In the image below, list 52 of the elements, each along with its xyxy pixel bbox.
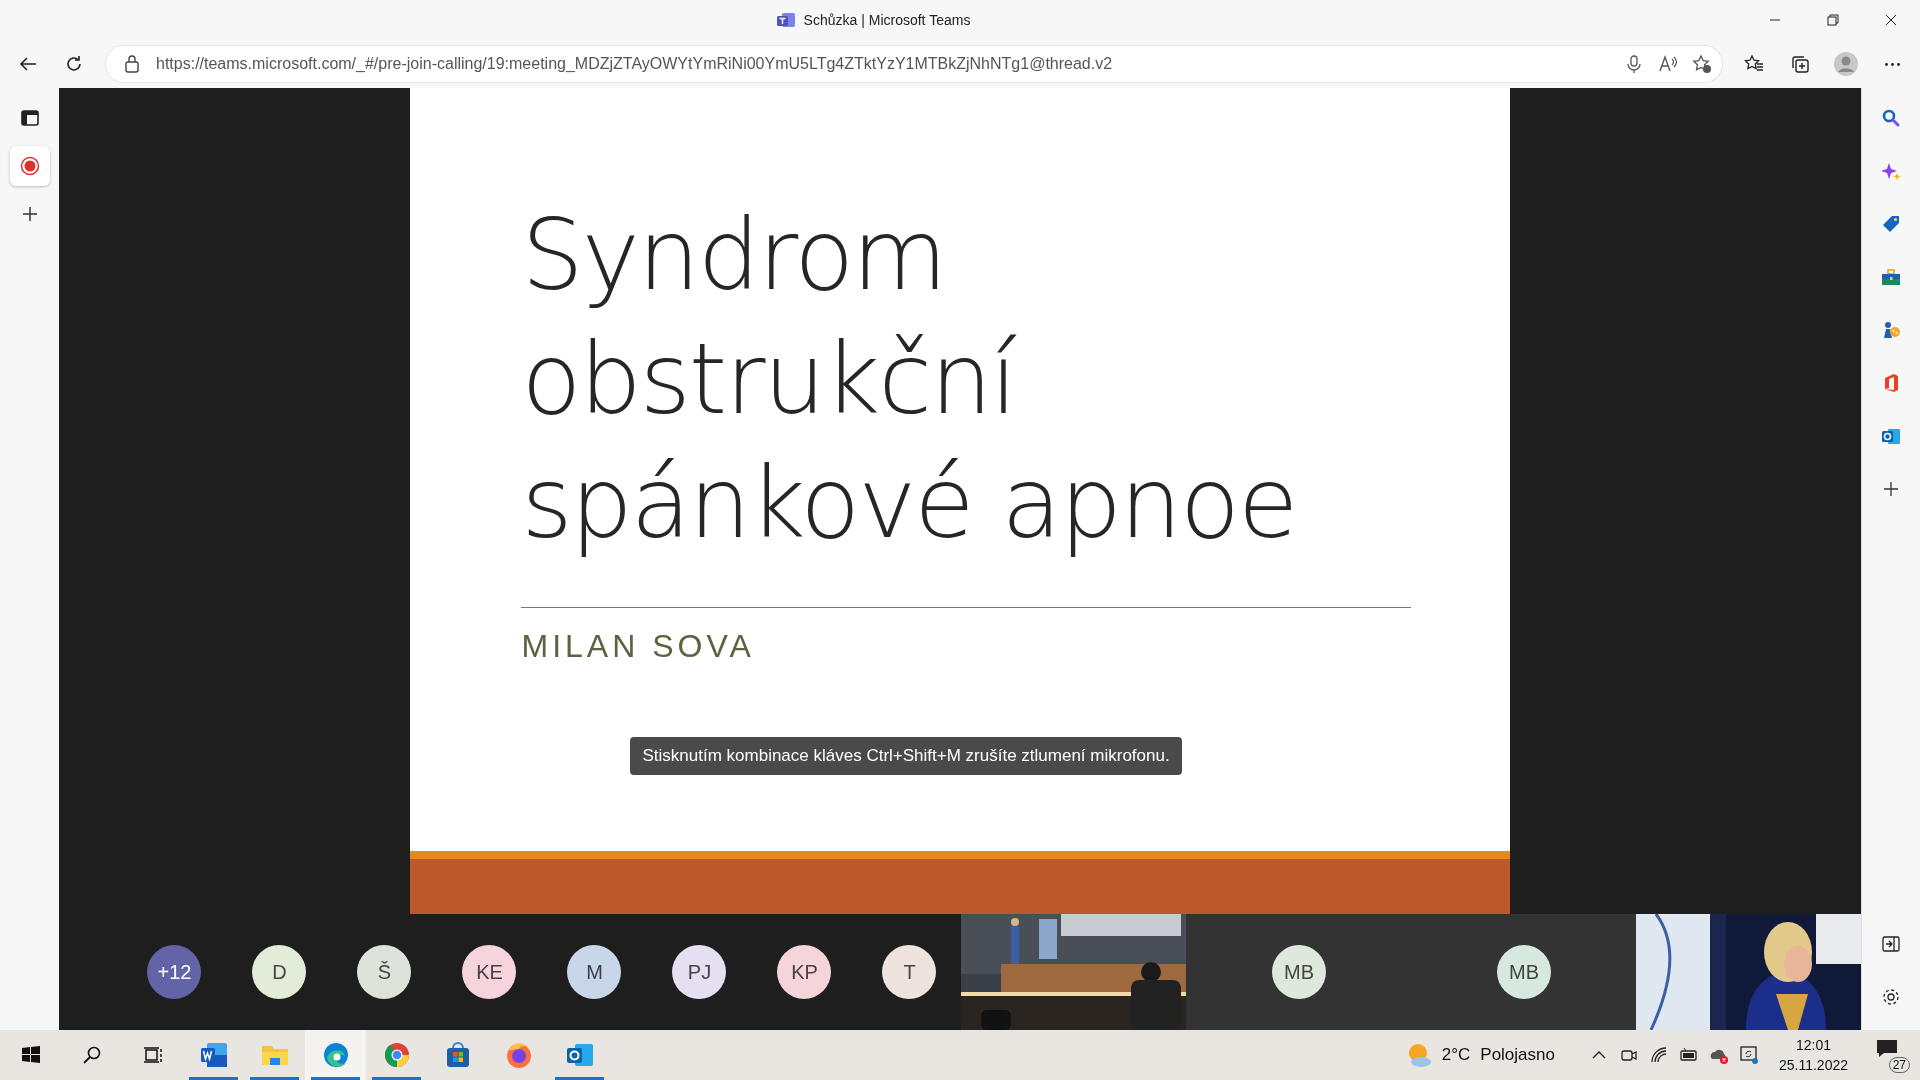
slide-author: MILAN SOVA: [521, 628, 756, 665]
participant-avatar[interactable]: KE: [462, 945, 517, 999]
clock-date: 25.11.2022: [1778, 1056, 1848, 1075]
tag-icon: [1881, 214, 1902, 234]
sparkle-icon: [1881, 161, 1902, 181]
lock-icon: [122, 54, 142, 74]
participant-avatar[interactable]: Š: [357, 945, 412, 999]
slide-title: obstrukční: [521, 321, 1018, 438]
participant-avatar[interactable]: KP: [777, 945, 832, 999]
participant-avatar: MB: [1272, 945, 1326, 999]
slide-title: Syndrom: [521, 197, 947, 314]
weather-text: Polojasno: [1480, 1045, 1555, 1065]
teams-icon: [775, 10, 796, 30]
clock-time: 12:01: [1795, 1036, 1831, 1055]
display-sync-icon: [1738, 1045, 1759, 1065]
participant-avatar[interactable]: PJ: [672, 945, 727, 999]
search-icon: [81, 1045, 102, 1065]
address-field[interactable]: https://teams.microsoft.com/_#/pre-join-calling/19:meeting_MDZjZTAyOWYtYmRiNi00YmU5LTg4ZTktYzY1MTBkZjNhNTg1@thread.v2: [106, 46, 1722, 82]
more-icon: [1884, 62, 1900, 66]
profile-icon: [1833, 51, 1859, 77]
toolbox-icon: [1881, 267, 1902, 287]
settings-icon: [1881, 987, 1902, 1007]
outlook-icon: [1881, 426, 1902, 446]
window-title: Schůzka | Microsoft Teams: [803, 12, 971, 28]
record-icon: [19, 156, 40, 176]
refresh-icon: [64, 54, 84, 74]
task-view-icon: [142, 1045, 163, 1065]
participant-avatar[interactable]: D: [252, 945, 307, 999]
word-icon: [198, 1040, 229, 1070]
microphone-icon: [1624, 54, 1644, 74]
participant-avatar[interactable]: M: [567, 945, 622, 999]
read-aloud-icon: [1658, 54, 1678, 74]
minimize-icon: [1770, 19, 1780, 21]
panel-icon: [19, 108, 40, 128]
search-icon: [1881, 108, 1902, 128]
participant-avatar: MB: [1497, 945, 1551, 999]
notification-icon: [1876, 1039, 1898, 1059]
participant-avatar[interactable]: +12: [147, 945, 202, 999]
video-tile[interactable]: MB: [1186, 914, 1412, 1030]
slide-title: spánkové apnoe: [521, 445, 1298, 562]
panel-collapse-icon: [1881, 934, 1902, 954]
tooltip: Stisknutím kombinace kláves Ctrl+Shift+M zrušíte ztlumení mikrofonu.: [630, 737, 1182, 775]
collections-icon: [1790, 54, 1810, 74]
temperature: 2°C: [1441, 1045, 1471, 1065]
wifi-icon: [1648, 1045, 1669, 1065]
notification-count[interactable]: 27: [1888, 1057, 1910, 1073]
favorites-icon: [1744, 54, 1764, 74]
favorite-add-icon: [1692, 54, 1712, 74]
video-tile[interactable]: MB: [1411, 914, 1637, 1030]
windows-icon: [20, 1045, 41, 1065]
participant-avatar[interactable]: T: [882, 945, 937, 999]
games-icon: [1881, 320, 1902, 340]
